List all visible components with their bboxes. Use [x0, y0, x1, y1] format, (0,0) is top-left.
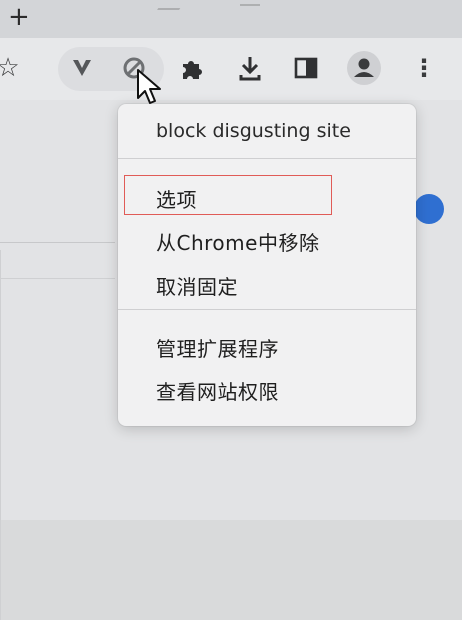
menu-separator — [118, 309, 416, 310]
toggle-knob[interactable] — [414, 194, 444, 224]
bookmark-star-icon[interactable]: ☆ — [0, 52, 22, 84]
divider — [0, 242, 115, 243]
download-icon[interactable] — [234, 52, 266, 84]
tab-search-chevron-icon[interactable] — [157, 0, 185, 10]
vpn-extension-icon[interactable] — [66, 52, 98, 84]
extensions-puzzle-icon[interactable] — [176, 52, 208, 84]
extension-context-menu: block disgusting site 选项 从Chrome中移除 取消固定… — [118, 104, 416, 426]
menu-separator — [118, 158, 416, 159]
side-panel-icon[interactable] — [290, 52, 322, 84]
divider — [0, 250, 1, 620]
annotation-highlight-box — [124, 175, 332, 215]
mouse-cursor-icon — [137, 69, 161, 104]
menu-item-unpin[interactable]: 取消固定 — [156, 271, 238, 300]
window-minimize-icon[interactable] — [240, 0, 260, 6]
browser-toolbar: ☆ ⋮ — [0, 38, 462, 100]
profile-avatar-icon[interactable] — [344, 51, 384, 85]
menu-item-view-site-permissions[interactable]: 查看网站权限 — [156, 376, 279, 405]
divider — [0, 278, 115, 279]
menu-item-remove-from-chrome[interactable]: 从Chrome中移除 — [156, 227, 319, 256]
tab-strip: + — [0, 0, 462, 38]
menu-extension-title[interactable]: block disgusting site — [156, 120, 351, 142]
more-menu-icon[interactable]: ⋮ — [412, 52, 436, 84]
menu-item-manage-extensions[interactable]: 管理扩展程序 — [156, 333, 279, 362]
new-tab-button[interactable]: + — [8, 2, 30, 32]
